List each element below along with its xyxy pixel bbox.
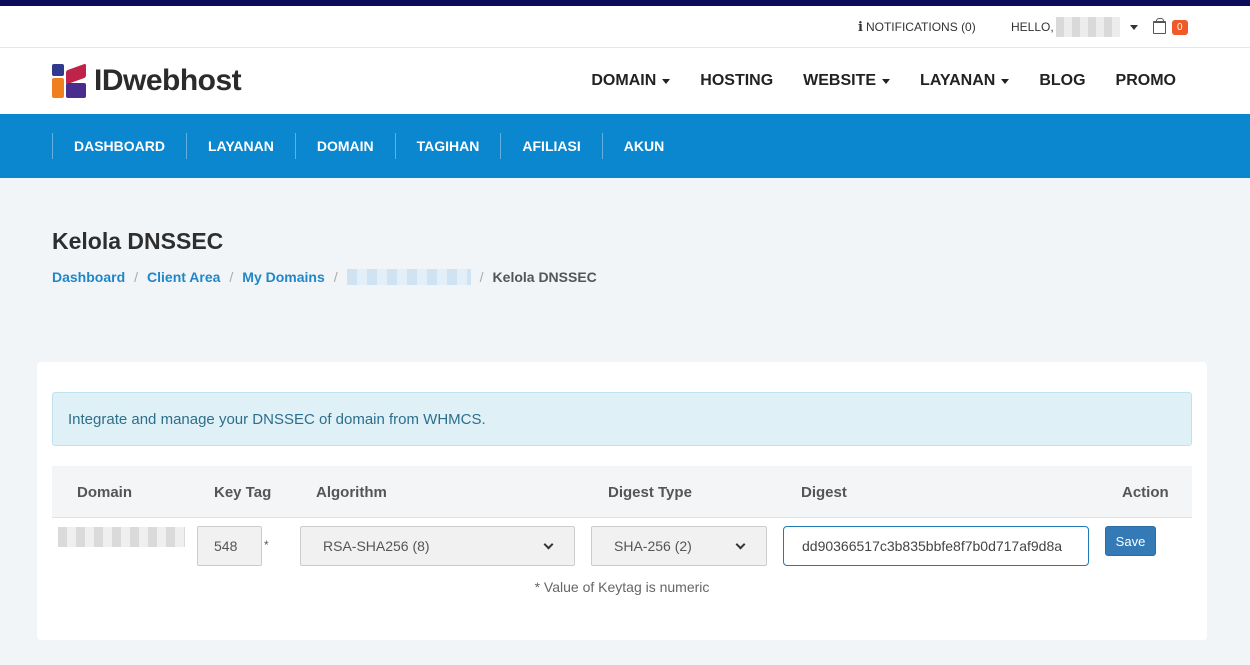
main-navigation: IDwebhost DOMAIN HOSTING WEBSITE LAYANAN…: [0, 48, 1250, 114]
username-redacted: [1055, 17, 1120, 37]
breadcrumb-domain-redacted[interactable]: [346, 269, 471, 285]
breadcrumb-my-domains[interactable]: My Domains: [242, 269, 324, 285]
table-row: 548 * RSA-SHA256 (8) SHA-256 (2) dd90366…: [52, 518, 1192, 608]
nav-layanan[interactable]: LAYANAN: [920, 72, 1010, 90]
nav-hosting[interactable]: HOSTING: [700, 72, 773, 90]
digest-type-select[interactable]: SHA-256 (2): [591, 526, 767, 566]
breadcrumb-separator: /: [229, 269, 234, 285]
nav-label: WEBSITE: [803, 72, 877, 89]
header-digest-type: Digest Type: [608, 483, 692, 501]
cart-link[interactable]: 0: [1153, 6, 1188, 48]
nav-label: BLOG: [1039, 72, 1086, 89]
user-menu[interactable]: HELLO,: [1011, 6, 1138, 48]
subnav-layanan[interactable]: LAYANAN: [186, 133, 295, 159]
breadcrumb-client-area[interactable]: Client Area: [147, 269, 220, 285]
required-asterisk: *: [264, 538, 269, 552]
digest-input[interactable]: dd90366517c3b835bbfe8f7b0d717af9d8a: [783, 526, 1089, 566]
digest-type-selected-value: SHA-256 (2): [614, 538, 692, 554]
header-algorithm: Algorithm: [316, 483, 387, 501]
breadcrumb: Dashboard / Client Area / My Domains / /…: [52, 269, 597, 285]
nav-label: PROMO: [1115, 72, 1176, 89]
subnav-dashboard[interactable]: DASHBOARD: [52, 133, 186, 159]
breadcrumb-current: Kelola DNSSEC: [492, 269, 597, 285]
nav-label: DOMAIN: [591, 72, 657, 89]
algorithm-select[interactable]: RSA-SHA256 (8): [300, 526, 575, 566]
breadcrumb-separator: /: [479, 269, 484, 285]
chevron-down-icon: [543, 539, 554, 549]
nav-domain[interactable]: DOMAIN: [591, 72, 671, 90]
subnav-afiliasi[interactable]: AFILIASI: [500, 133, 601, 159]
page-title: Kelola DNSSEC: [52, 228, 224, 254]
chevron-down-icon: [882, 78, 891, 84]
hello-label: HELLO,: [1011, 20, 1054, 34]
brand-name: IDwebhost: [94, 64, 242, 97]
notifications-link[interactable]: i NOTIFICATIONS (0): [858, 6, 976, 48]
client-area-nav: DASHBOARD LAYANAN DOMAIN TAGIHAN AFILIAS…: [0, 114, 1250, 178]
header-action: Action: [1122, 483, 1169, 501]
algorithm-selected-value: RSA-SHA256 (8): [323, 538, 430, 554]
header-domain: Domain: [77, 483, 133, 501]
domain-name-redacted: [58, 527, 185, 547]
table-header: Domain Key Tag Algorithm Digest Type Dig…: [52, 466, 1192, 518]
nav-label: LAYANAN: [920, 72, 996, 89]
subnav-domain[interactable]: DOMAIN: [294, 133, 395, 159]
breadcrumb-separator: /: [134, 269, 139, 285]
header-digest: Digest: [801, 483, 847, 501]
info-icon: i: [858, 19, 863, 35]
keytag-note: * Value of Keytag is numeric: [534, 579, 710, 595]
nav-label: HOSTING: [700, 72, 774, 89]
logo-mark-icon: [52, 63, 88, 98]
key-tag-input[interactable]: 548: [197, 526, 262, 566]
chevron-down-icon: [662, 78, 671, 84]
breadcrumb-separator: /: [333, 269, 338, 285]
utility-bar: i NOTIFICATIONS (0) HELLO, 0: [0, 6, 1250, 48]
chevron-down-icon: [1001, 78, 1010, 84]
header-key-tag: Key Tag: [214, 483, 272, 501]
cart-count-badge: 0: [1172, 19, 1188, 35]
nav-website[interactable]: WEBSITE: [803, 72, 891, 90]
notifications-label: NOTIFICATIONS (0): [865, 20, 976, 34]
save-button[interactable]: Save: [1105, 526, 1156, 556]
chevron-down-icon: [735, 539, 746, 549]
chevron-down-icon: [1129, 24, 1138, 30]
subnav-tagihan[interactable]: TAGIHAN: [394, 133, 501, 159]
info-alert: Integrate and manage your DNSSEC of doma…: [52, 392, 1192, 446]
shopping-bag-icon: [1153, 17, 1166, 34]
nav-promo[interactable]: PROMO: [1116, 72, 1176, 90]
subnav-akun[interactable]: AKUN: [601, 133, 685, 159]
nav-blog[interactable]: BLOG: [1039, 72, 1085, 90]
brand-logo[interactable]: IDwebhost: [52, 63, 242, 98]
dnssec-card: Integrate and manage your DNSSEC of doma…: [37, 362, 1207, 640]
breadcrumb-dashboard[interactable]: Dashboard: [52, 269, 125, 285]
